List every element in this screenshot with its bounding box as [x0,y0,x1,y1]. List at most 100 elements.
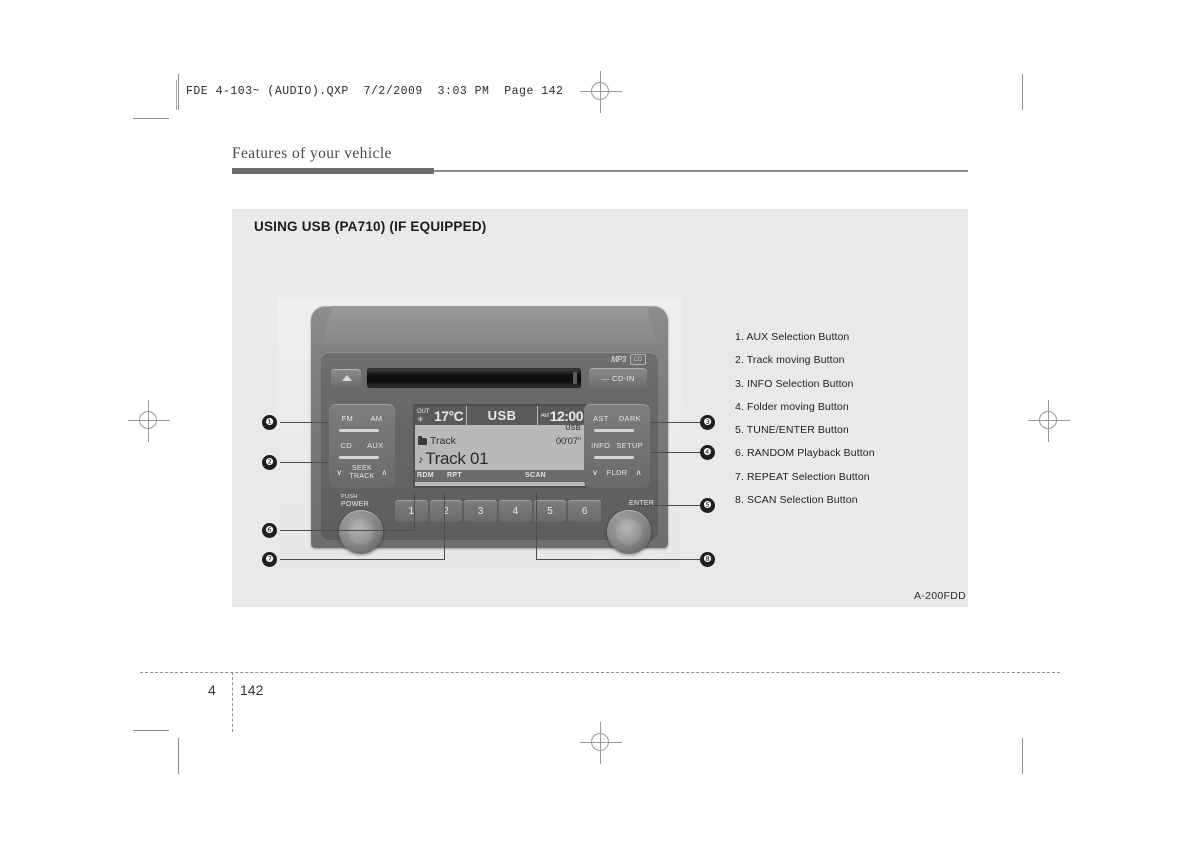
eject-button[interactable] [331,369,361,387]
lcd-status-flags: RDM RPT SCAN [415,470,585,482]
lcd-display: OUT ✳ 17°C USB AM 12:00 USB Track 00'07"… [413,404,587,488]
preset-button-2[interactable]: 2 [429,500,463,522]
cd-button-label[interactable]: CD [341,441,352,450]
seek-track-button[interactable]: ∨ SEEK TRACK ∧ [333,460,391,485]
lcd-rdm-flag: RDM [417,472,434,479]
info-setup-buttons[interactable]: INFO SETUP [588,433,646,458]
leader-line-2 [280,462,328,463]
radio-top-bezel [319,306,660,354]
cd-in-label: CD-IN [612,373,635,383]
fm-am-buttons[interactable]: FM AM [333,406,391,431]
eject-triangle-icon [342,375,352,381]
tune-knob-group: ENTER FILE TUNE [595,500,661,563]
legend-item-6: 6. RANDOM Playback Button [735,447,875,460]
cd-slot[interactable] [367,368,581,388]
lcd-main-area: USB Track 00'07" ♪ Track 01 [415,425,585,470]
aux-button-label[interactable]: AUX [367,441,383,450]
legend-item-8: 8. SCAN Selection Button [735,494,858,507]
preset-button-6[interactable]: 6 [568,500,602,522]
snowflake-icon: ✳ [417,414,424,424]
disc-slot-row: — CD-IN [331,362,648,396]
crop-mark-top-left-v [178,74,179,110]
seek-label: SEEK [352,464,372,472]
leader-line-6-h [280,530,415,531]
legend-item-5: 5. TUNE/ENTER Button [735,424,849,437]
legend-item-1: 1. AUX Selection Button [735,331,850,343]
preset-button-1[interactable]: 1 [395,500,428,522]
callout-6: ❻ [262,523,277,538]
leader-line-7-v [444,492,445,559]
registration-mark-bottom [580,722,622,764]
lcd-divider-right [536,406,538,425]
callout-8: ❽ [700,552,715,567]
outside-temp-icon-group: OUT ✳ [415,409,434,424]
preset-button-3[interactable]: 3 [464,500,498,522]
preset-button-5[interactable]: 5 [533,500,567,522]
legend-item-2: 2. Track moving Button [735,354,845,367]
track-label: TRACK [349,472,375,480]
callout-2: ❷ [262,455,277,470]
callout-4: ❹ [700,445,715,460]
callout-1: ❶ [262,415,277,430]
push-label: PUSH [341,494,358,500]
lower-control-row: PUSH POWER VOLUME 1 2 3 4 5 6 ENTER FILE [331,492,668,584]
callout-7: ❼ [262,552,277,567]
am-button-label[interactable]: AM [370,414,382,423]
fldr-label: FLDR [606,468,628,477]
running-head-rule-dark [232,168,434,174]
outside-temperature: 17°C [434,407,464,424]
callout-5: ❺ [700,498,715,513]
leader-line-6-v [414,492,415,530]
right-button-separator-1 [594,429,634,432]
info-button-label[interactable]: INFO [591,441,610,450]
lcd-usb-badge: USB [565,425,581,432]
dark-button-label[interactable]: DARK [619,414,641,423]
volume-power-knob[interactable] [339,510,383,554]
folder-chevron-down-icon[interactable]: ∨ [592,468,598,477]
chevron-down-icon[interactable]: ∨ [336,468,342,477]
preset-button-4[interactable]: 4 [499,500,532,522]
left-button-separator-1 [339,429,379,432]
slug-divider [176,80,177,110]
footer-chapter-number: 4 [208,682,216,698]
crop-mark-bottom-left-h [133,730,169,731]
right-button-separator-2 [594,456,634,459]
leader-line-8-v [536,492,537,559]
registration-mark-top [580,71,622,113]
leader-line-8-h [536,559,700,560]
lcd-status-bar: OUT ✳ 17°C USB AM 12:00 [415,406,585,425]
footer-page-number: 142 [240,682,264,698]
ast-button-label[interactable]: AST [593,414,609,423]
callout-3: ❸ [700,415,715,430]
figure-code: A-200FDD [914,590,966,602]
power-label: POWER [341,501,369,508]
lcd-clock: 12:00 [549,407,584,424]
left-button-separator-2 [339,456,379,459]
legend-item-4: 4. Folder moving Button [735,400,849,413]
section-title: USING USB (PA710) (IF EQUIPPED) [254,219,487,234]
volume-knob-group: PUSH POWER VOLUME [339,494,383,563]
legend-item-7: 7. REPEAT Selection Button [735,470,870,483]
chevron-up-icon[interactable]: ∧ [381,468,387,477]
lcd-track-row: ♪ Track 01 [418,449,489,469]
folder-button[interactable]: ∨ FLDR ∧ [588,460,646,485]
lcd-rpt-flag: RPT [447,472,462,479]
crop-mark-top-right-v [1022,74,1023,110]
registration-mark-left [128,400,170,442]
leader-line-3 [650,422,700,423]
setup-button-label[interactable]: SETUP [616,441,643,450]
cd-in-dash-icon: — [601,373,610,383]
folder-chevron-up-icon[interactable]: ∧ [636,468,642,477]
running-head-rule-light [434,170,968,172]
lcd-folder-row: Track 00'07" [418,435,581,447]
leader-line-7-h [280,559,445,560]
tune-enter-knob[interactable] [607,510,651,554]
ast-dark-buttons[interactable]: AST DARK [588,406,646,431]
seek-track-label: SEEK TRACK [349,465,374,481]
audio-head-unit: MP3 CD — CD-IN FM AM CD AUX ∨ SEEK TRACK… [311,306,668,563]
fm-button-label[interactable]: FM [342,414,353,423]
manual-page: FDE 4-103~ (AUDIO).QXP 7/2/2009 3:03 PM … [0,0,1200,848]
leader-line-1 [280,422,328,423]
cd-aux-buttons[interactable]: CD AUX [333,433,391,458]
radio-face: MP3 CD — CD-IN FM AM CD AUX ∨ SEEK TRACK… [321,352,661,563]
